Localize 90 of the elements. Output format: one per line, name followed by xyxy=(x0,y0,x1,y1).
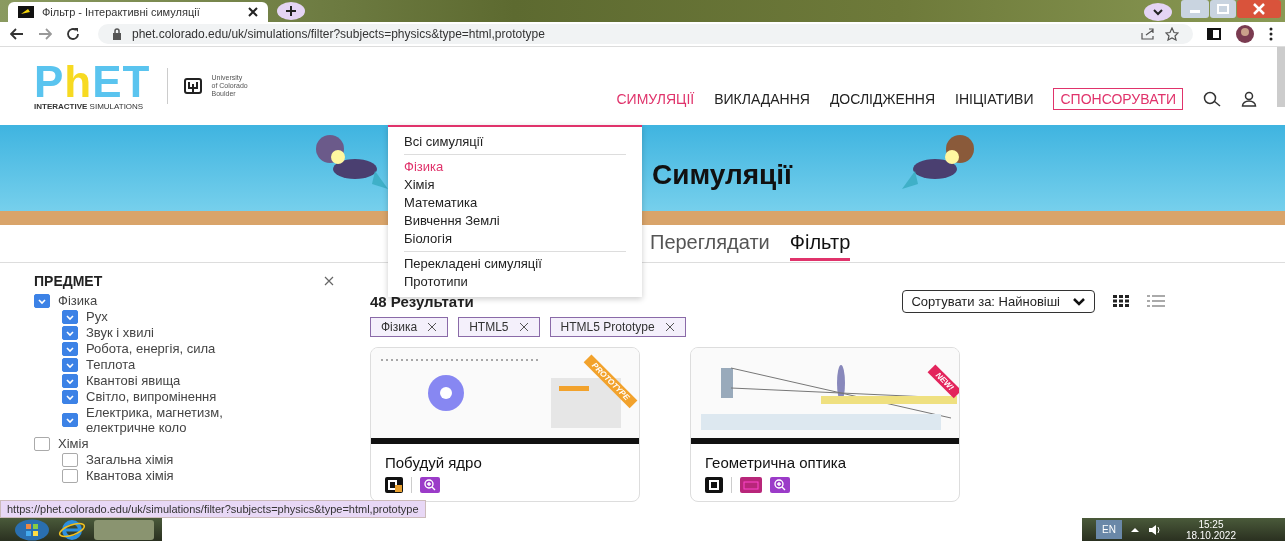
clock-time[interactable]: 15:25 xyxy=(1198,518,1224,530)
filter-chip[interactable]: HTML5 Prototype xyxy=(549,317,686,337)
speaker-icon[interactable] xyxy=(1147,523,1162,536)
forward-arrow-icon[interactable] xyxy=(38,28,52,40)
checkmark-icon xyxy=(65,416,75,424)
checkbox[interactable] xyxy=(62,341,78,356)
clock-date[interactable]: 18.10.2022 xyxy=(1185,529,1236,541)
checkbox-label[interactable]: Рух xyxy=(86,309,108,324)
checkbox-label[interactable]: Теплота xyxy=(86,357,136,372)
checkbox-label[interactable]: Загальна хімія xyxy=(86,452,174,467)
phet-favicon-icon xyxy=(18,6,34,18)
filter-chip[interactable]: HTML5 xyxy=(458,317,540,337)
nav-link[interactable]: ВИКЛАДАННЯ xyxy=(714,91,810,107)
avatar-icon[interactable] xyxy=(1235,24,1255,44)
simulation-title[interactable]: Геометрична оптика xyxy=(691,444,959,477)
sponsor-button[interactable]: СПОНСОРУВАТИ xyxy=(1053,88,1183,110)
close-icon[interactable] xyxy=(518,322,529,332)
zoom-icon xyxy=(420,477,440,493)
checkbox-label[interactable]: Хімія xyxy=(58,436,89,451)
scrollbar-thumb[interactable] xyxy=(1277,47,1285,107)
user-icon[interactable] xyxy=(1241,91,1257,107)
checkbox-label[interactable]: Квантові явища xyxy=(86,373,181,388)
page-title: Симуляції xyxy=(652,159,792,191)
checkbox[interactable] xyxy=(62,357,78,372)
reload-icon[interactable] xyxy=(66,27,80,41)
close-icon[interactable] xyxy=(248,7,258,17)
url-text: phet.colorado.edu/uk/simulations/filter?subjects=physics&type=html,prototype xyxy=(132,27,545,41)
checkbox[interactable] xyxy=(62,468,78,483)
nav-link[interactable]: ІНІЦІАТИВИ xyxy=(955,91,1034,107)
side-panel-icon[interactable] xyxy=(1207,28,1221,40)
menu-item[interactable]: Біологія xyxy=(404,230,642,248)
filter-heading: ПРЕДМЕТ xyxy=(34,273,103,289)
close-window-icon[interactable] xyxy=(1237,0,1281,18)
menu-item[interactable]: Прототипи xyxy=(404,273,642,291)
checkbox-label[interactable]: Робота, енергія, сила xyxy=(86,341,216,356)
menu-item[interactable]: Перекладені симуляції xyxy=(404,255,642,273)
address-bar[interactable]: phet.colorado.edu/uk/simulations/filter?subjects=physics&type=html,prototype xyxy=(98,24,1193,44)
language-indicator[interactable]: EN xyxy=(1096,520,1122,539)
tab-search-icon[interactable] xyxy=(1143,2,1173,22)
zoom-icon xyxy=(770,477,790,493)
grid-view-icon[interactable] xyxy=(1113,295,1129,307)
back-arrow-icon[interactable] xyxy=(10,28,24,40)
menu-item[interactable]: Вивчення Землі xyxy=(404,212,642,230)
results-count: 48 Результати xyxy=(370,292,474,310)
sort-dropdown[interactable]: Сортувати за: Найновіші xyxy=(902,289,1095,313)
close-icon[interactable] xyxy=(427,322,438,332)
menu-item[interactable]: Всі симуляції xyxy=(404,133,642,151)
view-tab[interactable]: Фільтр xyxy=(789,226,851,261)
new-tab-icon[interactable] xyxy=(276,1,306,21)
tab-title: Фільтр - Інтерактивні симуляції xyxy=(42,6,201,18)
view-tab[interactable]: Переглядати xyxy=(650,226,770,261)
keyboard-icon xyxy=(740,477,762,493)
simulation-title[interactable]: Побудуй ядро xyxy=(371,444,639,477)
browser-icon[interactable] xyxy=(58,518,86,541)
checkbox[interactable] xyxy=(62,452,78,467)
checkbox[interactable] xyxy=(34,293,50,308)
status-url-bubble: https://phet.colorado.edu/uk/simulations/filter?subjects=physics&type=html,prototype xyxy=(0,500,426,518)
nav-link[interactable]: СИМУЛЯЦІЇ xyxy=(616,91,695,107)
chevron-down-icon xyxy=(1072,296,1086,306)
checkbox[interactable] xyxy=(62,413,78,427)
html5-icon xyxy=(705,477,723,493)
checkbox-label[interactable]: Електрика, магнетизм, електричне коло xyxy=(86,405,286,435)
checkbox-label[interactable]: Звук і хвилі xyxy=(86,325,154,340)
checkbox-label[interactable]: Квантова хімія xyxy=(86,468,174,483)
browser-tab[interactable]: Фільтр - Інтерактивні симуляції xyxy=(8,2,268,22)
tray-up-arrow-icon[interactable] xyxy=(1129,525,1140,534)
checkmark-icon xyxy=(37,296,47,305)
taskbar-button[interactable] xyxy=(94,519,154,540)
star-icon[interactable] xyxy=(1165,27,1179,41)
menu-item[interactable]: Фізика xyxy=(404,158,642,176)
checkbox[interactable] xyxy=(62,373,78,388)
checkbox-label[interactable]: Фізика xyxy=(58,293,98,308)
checkbox[interactable] xyxy=(34,436,50,451)
search-icon[interactable] xyxy=(1203,91,1221,107)
checkbox[interactable] xyxy=(62,325,78,340)
lock-icon xyxy=(112,28,122,40)
share-icon[interactable] xyxy=(1141,28,1155,40)
checkbox-label[interactable]: Світло, випромінення xyxy=(86,389,217,404)
menu-dots-icon[interactable] xyxy=(1269,27,1273,41)
checkbox[interactable] xyxy=(62,309,78,324)
menu-item[interactable]: Математика xyxy=(404,194,642,212)
start-orb-icon[interactable] xyxy=(14,518,50,541)
nav-link[interactable]: ДОСЛІДЖЕННЯ xyxy=(829,91,936,107)
phet-logo[interactable]: PhET INTERACTIVE SIMULATIONS xyxy=(34,61,151,111)
menu-item[interactable]: Хімія xyxy=(404,176,642,194)
checkbox[interactable] xyxy=(62,389,78,404)
close-icon[interactable] xyxy=(664,322,675,332)
html5-prototype-icon xyxy=(385,477,403,493)
filter-chip[interactable]: Фізика xyxy=(370,317,449,337)
university-emblem-icon xyxy=(183,78,202,94)
